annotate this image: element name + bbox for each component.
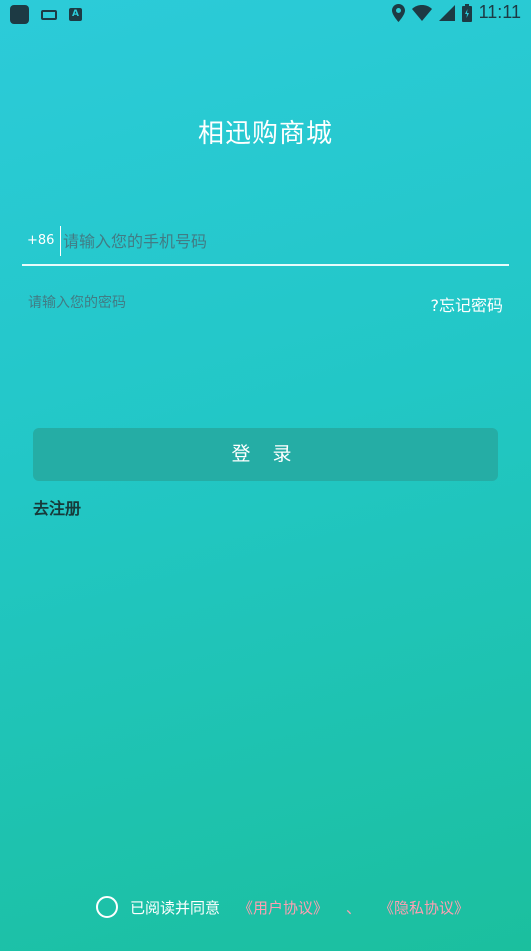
forgot-password-link[interactable]: ?忘记密码: [431, 292, 504, 316]
login-button[interactable]: 登 录: [33, 428, 498, 481]
a-icon: A: [69, 8, 82, 21]
country-code[interactable]: +86: [27, 233, 54, 248]
phone-input[interactable]: [60, 226, 500, 256]
agree-radio[interactable]: [96, 896, 118, 918]
status-right: 11:11: [391, 2, 521, 23]
app-icon: [10, 5, 29, 24]
user-agreement-link[interactable]: 《用户协议》: [238, 897, 328, 918]
keyboard-icon: [41, 9, 57, 20]
battery-icon: [461, 3, 472, 22]
register-link[interactable]: 去注册: [33, 495, 81, 519]
wifi-icon: [411, 4, 432, 21]
location-icon: [391, 3, 405, 22]
phone-field-row: +86: [22, 222, 509, 266]
page-title: 相迅购商城: [197, 119, 333, 149]
password-input[interactable]: [28, 290, 388, 316]
status-time: 11:11: [478, 2, 521, 22]
status-left: A: [10, 5, 82, 24]
agreement-separator: 、: [346, 898, 362, 917]
status-bar: A 11:11: [0, 0, 531, 28]
agreement-row: 已阅读并同意 《用户协议》 、 《隐私协议》: [96, 896, 469, 918]
agreement-text: 已阅读并同意: [130, 898, 221, 917]
privacy-agreement-link[interactable]: 《隐私协议》: [379, 897, 469, 918]
signal-icon: [438, 4, 455, 21]
